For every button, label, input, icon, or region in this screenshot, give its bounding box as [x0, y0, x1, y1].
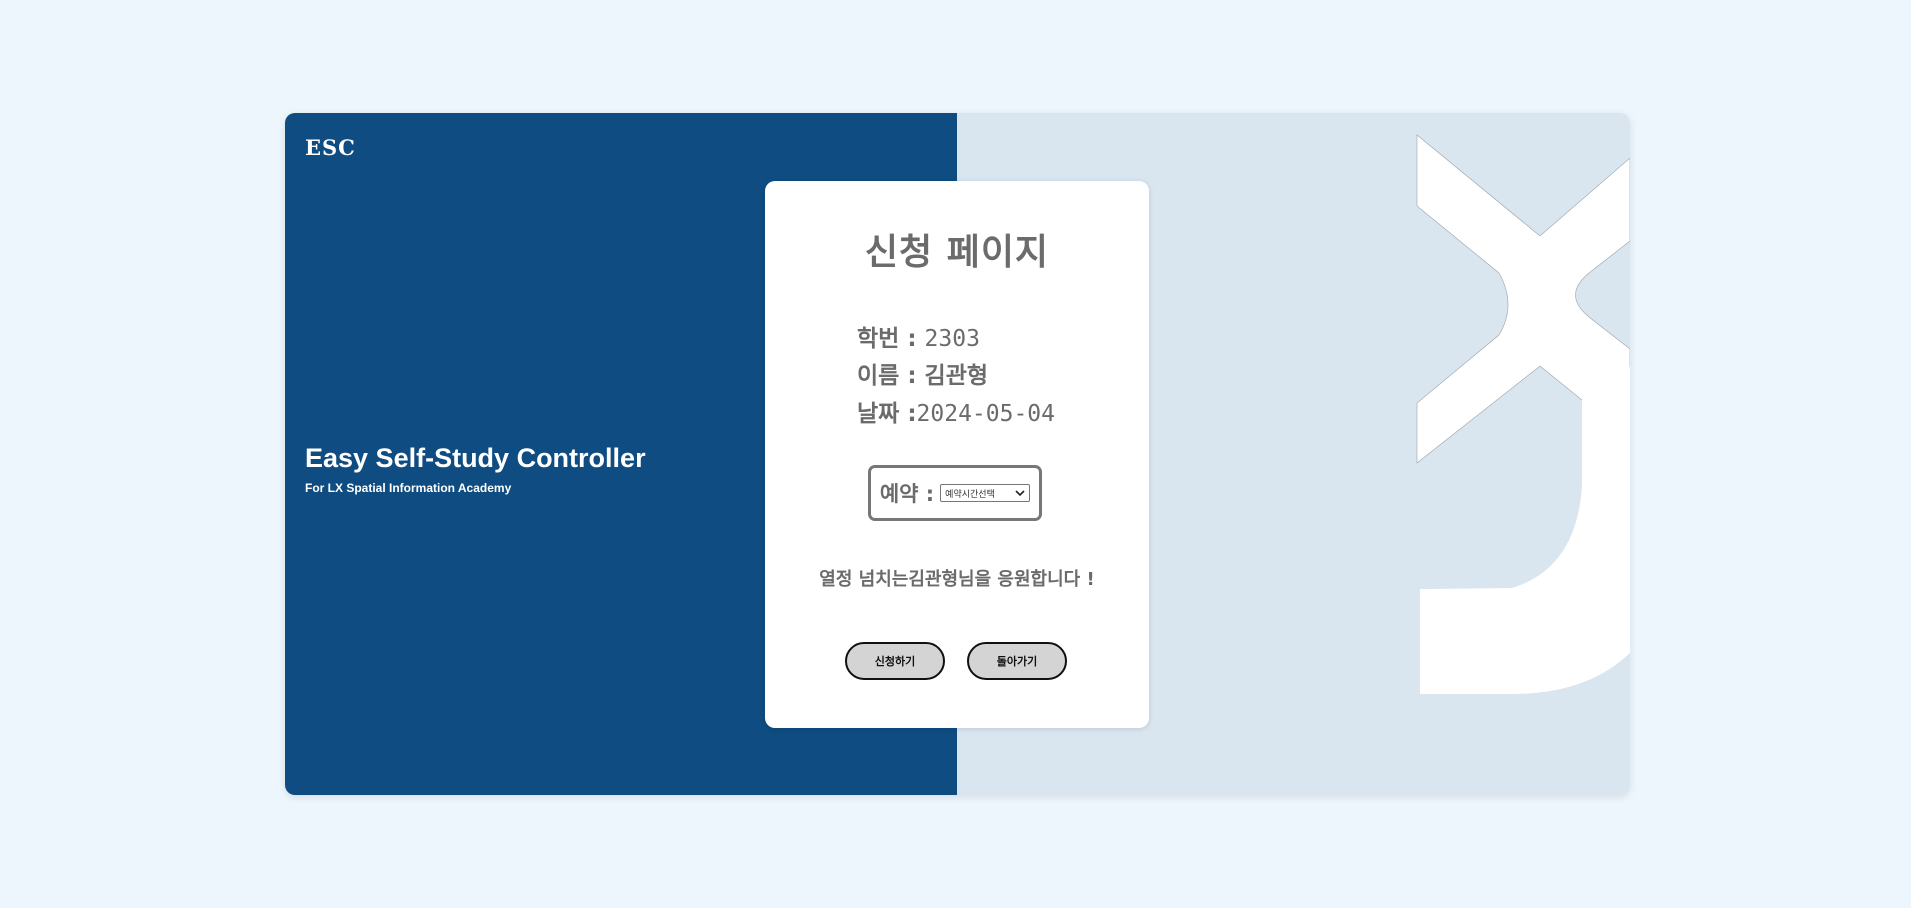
student-id-value: 2303	[924, 326, 980, 352]
student-id-row: 학번 : 2303	[857, 319, 980, 353]
application-card: 신청 페이지 학번 : 2303 이름 : 김관형 날짜 :2024-05-04…	[765, 181, 1149, 728]
reservation-select-value: 예약시간선택	[945, 489, 995, 500]
reservation-time-select[interactable]: 예약시간선택	[940, 484, 1031, 502]
page-title: 신청 페이지	[864, 232, 1050, 273]
apply-button[interactable]: 신청하기	[845, 642, 945, 680]
app-logo[interactable]: ESC	[305, 135, 356, 160]
date-row: 날짜 :2024-05-04	[857, 394, 1055, 428]
back-button[interactable]: 돌아가기	[967, 642, 1067, 680]
chevron-down-icon	[1015, 489, 1025, 496]
student-id-label: 학번 :	[857, 326, 917, 352]
date-value: 2024-05-04	[916, 401, 1056, 427]
reservation-label: 예약 :	[879, 482, 935, 506]
reservation-box: 예약 : 예약시간선택	[868, 465, 1042, 521]
brand-subtitle: For LX Spatial Information Academy	[305, 481, 512, 495]
name-row: 이름 : 김관형	[857, 356, 988, 390]
main-frame: ESC Easy Self-Study Controller For LX Sp…	[285, 113, 1630, 795]
name-label: 이름 :	[857, 363, 917, 389]
brand-title: Easy Self-Study Controller	[305, 443, 646, 473]
name-value: 김관형	[924, 363, 989, 389]
cheer-message: 열정 넘치는김관형님을 응원합니다 !	[819, 569, 1095, 590]
date-label: 날짜 :	[857, 401, 917, 427]
